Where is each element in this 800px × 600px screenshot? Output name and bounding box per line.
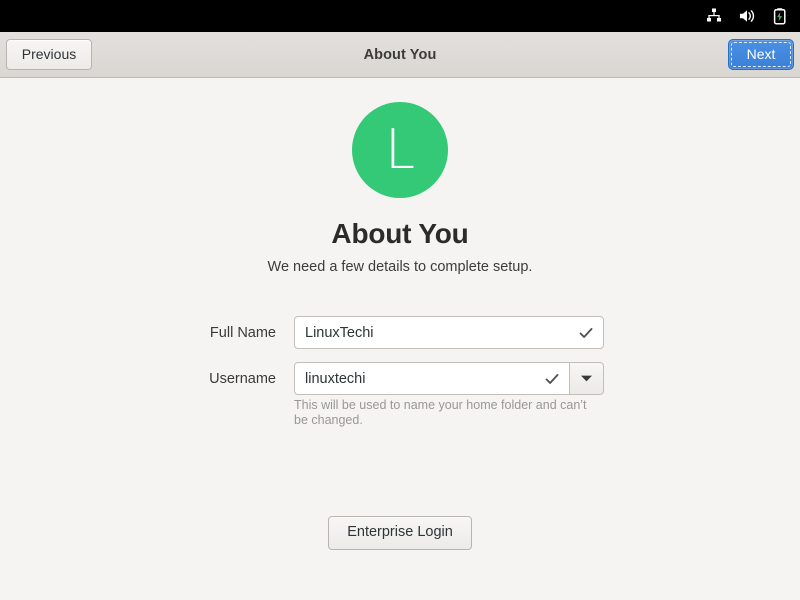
next-button[interactable]: Next (728, 38, 794, 71)
page-title: About You (331, 218, 469, 249)
initial-setup-window: Previous About You Next L About You We n… (0, 0, 800, 600)
username-dropdown-button[interactable] (570, 362, 604, 395)
header-bar: Previous About You Next (0, 32, 800, 78)
username-entry[interactable] (294, 362, 570, 395)
valid-check-icon (543, 370, 561, 388)
valid-check-icon (577, 324, 595, 342)
enterprise-login-row: Enterprise Login (0, 516, 800, 550)
username-label: Username (209, 371, 276, 387)
username-input[interactable] (305, 363, 539, 394)
page-subtitle: We need a few details to complete setup. (267, 259, 533, 275)
full-name-entry[interactable] (294, 316, 604, 349)
full-name-label: Full Name (209, 325, 276, 341)
previous-button[interactable]: Previous (6, 38, 92, 71)
page-content: L About You We need a few details to com… (0, 78, 800, 600)
about-you-form: Full Name Username (196, 316, 604, 428)
system-status-bar (0, 0, 800, 32)
avatar[interactable]: L (352, 102, 448, 198)
chevron-down-icon (580, 370, 593, 388)
full-name-input[interactable] (305, 317, 573, 348)
enterprise-login-button[interactable]: Enterprise Login (328, 516, 472, 550)
header-title: About You (363, 46, 437, 63)
system-tray (704, 6, 790, 26)
full-name-row (294, 316, 604, 362)
battery-charging-icon[interactable] (770, 6, 790, 26)
username-hint: This will be used to name your home fold… (294, 398, 587, 427)
network-wired-icon[interactable] (704, 6, 724, 26)
volume-speaker-icon[interactable] (737, 6, 757, 26)
next-button-label: Next (746, 45, 776, 62)
